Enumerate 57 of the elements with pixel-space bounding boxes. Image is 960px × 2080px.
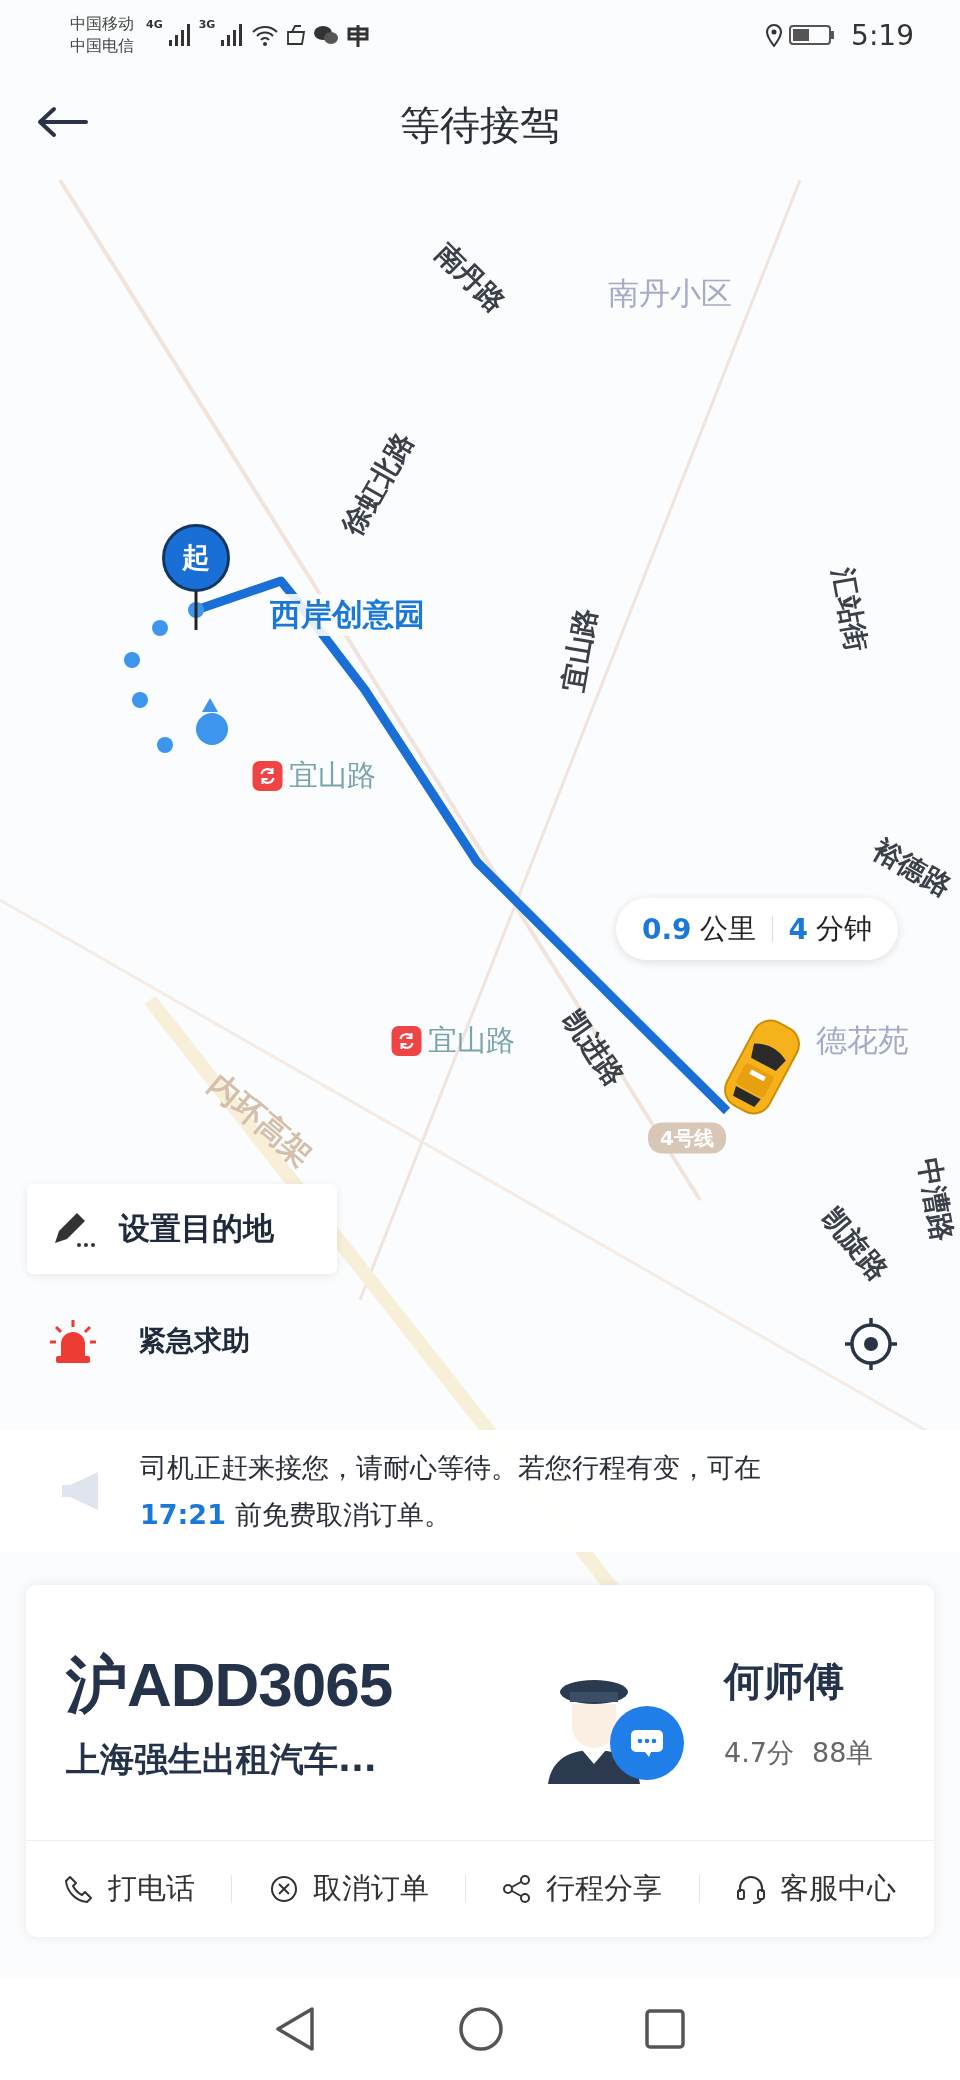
distance-unit: 公里 xyxy=(699,911,756,947)
road-label: 中漕路 xyxy=(910,1155,960,1245)
emergency-button[interactable]: 紧急求助 xyxy=(48,1318,250,1364)
minutes-unit: 分钟 xyxy=(816,911,873,947)
network-type: 3G xyxy=(198,18,216,31)
minutes-value: 4 xyxy=(788,912,809,946)
road-label: 汇站街 xyxy=(824,565,875,655)
share-icon xyxy=(502,1874,533,1904)
order-count: 88单 xyxy=(811,1736,874,1770)
distance-value: 0.9 xyxy=(642,912,692,946)
wifi-icon xyxy=(251,24,280,46)
share-trip-button[interactable]: 行程分享 xyxy=(502,1869,663,1909)
metro-line-label: 4号线 xyxy=(660,1124,714,1152)
clock-time: 5:19 xyxy=(851,18,914,52)
metro-station-label: 宜山路 xyxy=(288,757,376,794)
road-label: 徐虹北路 xyxy=(334,426,421,542)
area-label: 德花苑 xyxy=(815,1021,909,1060)
call-button[interactable]: 打电话 xyxy=(64,1869,196,1909)
phone-icon xyxy=(64,1874,95,1904)
headset-icon xyxy=(735,1874,766,1904)
location-pin-icon xyxy=(765,23,784,47)
metro-icon xyxy=(391,1026,422,1056)
place-label: 西岸创意园 xyxy=(269,595,425,634)
alarm-light-icon xyxy=(48,1318,98,1364)
road-label: 凯旋路 xyxy=(814,1199,896,1289)
battery-icon xyxy=(789,24,836,46)
page-title: 等待接驾 xyxy=(400,100,560,150)
metro-station-label: 宜山路 xyxy=(427,1022,515,1059)
driver-name: 何师傅 xyxy=(724,1657,845,1706)
set-destination-button[interactable]: 设置目的地 xyxy=(27,1184,337,1274)
metro-icon xyxy=(252,761,283,791)
chat-bubbles-icon xyxy=(313,24,340,46)
back-arrow-icon[interactable] xyxy=(36,106,88,138)
home-nav-icon[interactable] xyxy=(458,2006,504,2052)
carrier-name: 中国移动 xyxy=(70,12,134,35)
carrier-name: 中国电信 xyxy=(70,35,134,57)
start-pin: 起 xyxy=(162,524,230,592)
bag-icon xyxy=(285,24,308,46)
location-dot xyxy=(196,698,228,745)
cancel-icon xyxy=(268,1874,299,1904)
driver-rating: 4.7分 xyxy=(724,1736,794,1770)
license-plate: 沪ADD3065 xyxy=(66,1648,394,1721)
road-label: 南丹路 xyxy=(428,235,513,321)
road-label: 裕德路 xyxy=(866,831,958,905)
recent-apps-icon[interactable] xyxy=(644,2008,686,2050)
network-type: 4G xyxy=(146,18,163,31)
road-label: 凯进路 xyxy=(554,1002,632,1094)
company-name: 上海强生出租汽车... xyxy=(66,1737,378,1781)
road-label: 内环高架 xyxy=(200,1064,321,1175)
road-label: 宜山路 xyxy=(554,605,605,695)
locate-icon[interactable] xyxy=(843,1316,899,1372)
area-label: 南丹小区 xyxy=(608,274,732,313)
notice-text: 司机正赶来接您，请耐心等待。若您行程有变，可在 17:21 前免费取消订单。 xyxy=(140,1450,762,1532)
signal-icon xyxy=(168,24,193,46)
app-notification-icon xyxy=(345,23,372,47)
cancel-order-button[interactable]: 取消订单 xyxy=(268,1869,429,1909)
customer-service-button[interactable]: 客服中心 xyxy=(735,1869,896,1909)
